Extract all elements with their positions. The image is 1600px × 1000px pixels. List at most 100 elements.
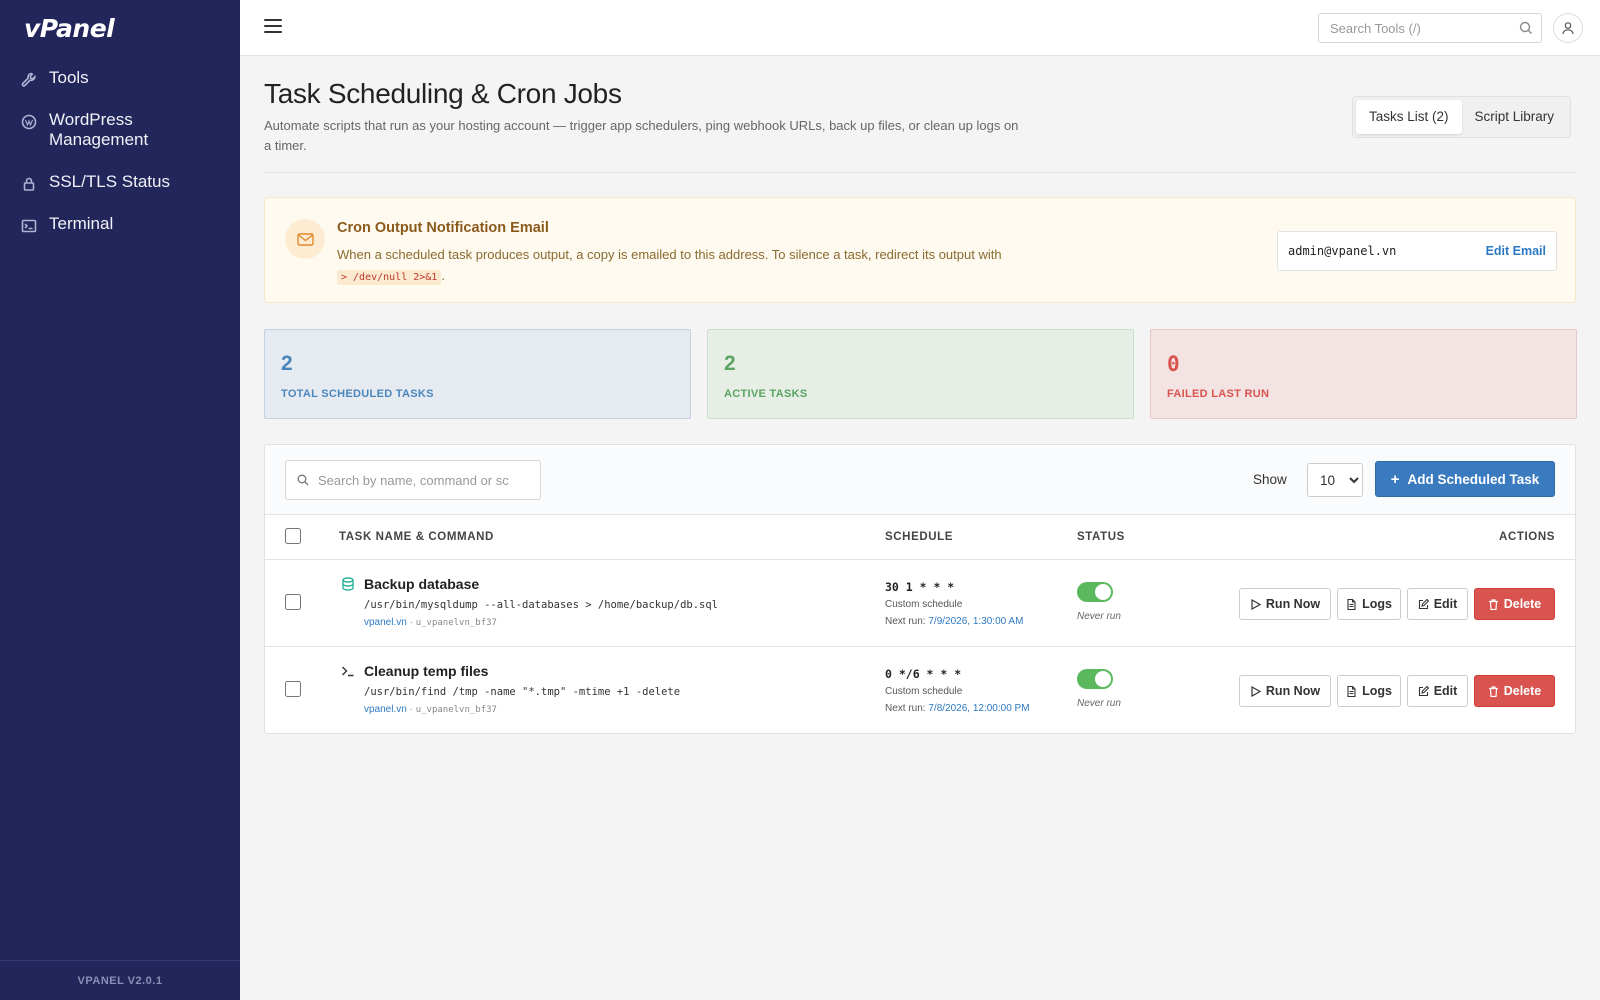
- search-tools-input[interactable]: [1319, 14, 1504, 42]
- task-search-input[interactable]: [318, 461, 528, 499]
- add-button-label: Add Scheduled Task: [1407, 471, 1540, 487]
- notice-body: When a scheduled task produces output, a…: [337, 247, 1002, 262]
- stat-active-tasks: 2 ACTIVE TASKS: [707, 329, 1134, 419]
- tab-tasks-list[interactable]: Tasks List (2): [1356, 100, 1462, 134]
- add-scheduled-task-button[interactable]: + Add Scheduled Task: [1375, 461, 1555, 497]
- search-icon: [297, 474, 309, 486]
- play-icon: [1251, 598, 1261, 610]
- sidebar-item-wordpress[interactable]: WordPress Management: [0, 104, 240, 156]
- stat-value: 2: [724, 352, 736, 375]
- stat-total-tasks: 2 TOTAL SCHEDULED TASKS: [264, 329, 691, 419]
- table-row: Cleanup temp files /usr/bin/find /tmp -n…: [265, 648, 1575, 734]
- trash-icon: [1488, 685, 1498, 697]
- table-toolbar: Show 10 + Add Scheduled Task: [265, 445, 1575, 515]
- task-command: /usr/bin/mysqldump --all-databases > /ho…: [364, 599, 719, 611]
- page-size-select[interactable]: 10: [1307, 463, 1363, 497]
- toggle-knob: [1095, 671, 1111, 687]
- menu-toggle-icon[interactable]: [264, 19, 282, 33]
- next-run-time: 7/9/2026, 1:30:00 AM: [928, 616, 1024, 627]
- column-header-schedule: SCHEDULE: [885, 531, 954, 543]
- sidebar-item-label: WordPress Management: [49, 110, 149, 149]
- cron-expression: 30 1 * * *: [885, 580, 955, 594]
- search-icon[interactable]: [1519, 21, 1533, 35]
- topbar: [240, 0, 1600, 56]
- edit-button[interactable]: Edit: [1407, 675, 1468, 707]
- notice-title: Cron Output Notification Email: [337, 220, 549, 236]
- last-run-status: Never run: [1077, 698, 1121, 709]
- play-icon: [1251, 685, 1261, 697]
- row-checkbox[interactable]: [285, 594, 301, 610]
- user-menu-button[interactable]: [1553, 13, 1583, 43]
- column-header-actions: ACTIONS: [1499, 531, 1555, 543]
- table-header: TASK NAME & COMMAND SCHEDULE STATUS ACTI…: [265, 515, 1575, 560]
- run-now-button[interactable]: Run Now: [1239, 588, 1331, 620]
- next-run-label: Next run:: [885, 616, 926, 627]
- lock-icon: [20, 175, 37, 192]
- stat-label: ACTIVE TASKS: [724, 388, 808, 400]
- sidebar-nav: Tools WordPress Management SSL/TLS Statu…: [0, 62, 240, 250]
- delete-button[interactable]: Delete: [1474, 588, 1555, 620]
- run-now-label: Run Now: [1265, 597, 1321, 611]
- logs-button[interactable]: Logs: [1337, 675, 1401, 707]
- task-command: /usr/bin/find /tmp -name "*.tmp" -mtime …: [364, 686, 681, 698]
- task-domain[interactable]: vpanel.vn: [364, 704, 407, 715]
- stat-label: FAILED LAST RUN: [1167, 388, 1270, 400]
- page-description: Automate scripts that run as your hostin…: [264, 118, 1019, 153]
- next-run: Next run: 7/8/2026, 12:00:00 PM: [885, 703, 1030, 714]
- task-name[interactable]: Backup database: [364, 576, 479, 592]
- wrench-icon: [20, 71, 37, 88]
- cron-expression: 0 */6 * * *: [885, 667, 962, 681]
- run-now-button[interactable]: Run Now: [1239, 675, 1331, 707]
- edit-button[interactable]: Edit: [1407, 588, 1468, 620]
- notification-email-panel: Cron Output Notification Email When a sc…: [264, 197, 1576, 303]
- mail-icon: [285, 219, 325, 259]
- edit-icon: [1418, 598, 1429, 609]
- app-logo[interactable]: vPanel: [24, 14, 115, 43]
- task-enabled-toggle[interactable]: [1077, 669, 1113, 689]
- task-user: u_vpanelvn_bf37: [415, 705, 497, 715]
- stat-failed-last-run: 0 FAILED LAST RUN: [1150, 329, 1577, 419]
- next-run-label: Next run:: [885, 703, 926, 714]
- task-name[interactable]: Cleanup temp files: [364, 663, 488, 679]
- plus-icon: +: [1390, 470, 1400, 488]
- sidebar-item-tools[interactable]: Tools: [0, 62, 240, 94]
- trash-icon: [1488, 598, 1498, 610]
- next-run: Next run: 7/9/2026, 1:30:00 AM: [885, 616, 1023, 627]
- notice-text: When a scheduled task produces output, a…: [337, 244, 1017, 286]
- sidebar: vPanel Tools WordPress Management SSL/TL…: [0, 0, 240, 1000]
- terminal-icon: [20, 217, 37, 234]
- file-icon: [1347, 598, 1356, 610]
- task-user: u_vpanelvn_bf37: [415, 618, 497, 628]
- version-label: VPANEL V2.0.1: [0, 960, 240, 1000]
- database-icon: [342, 577, 354, 591]
- task-domain[interactable]: vpanel.vn: [364, 617, 407, 628]
- delete-label: Delete: [1503, 684, 1542, 698]
- sidebar-item-label: SSL/TLS Status: [49, 172, 170, 191]
- run-now-label: Run Now: [1265, 684, 1321, 698]
- edit-email-link[interactable]: Edit Email: [1486, 244, 1546, 258]
- delete-button[interactable]: Delete: [1474, 675, 1555, 707]
- task-meta: vpanel.vn · u_vpanelvn_bf37: [364, 704, 497, 715]
- view-tabs: Tasks List (2) Script Library: [1352, 96, 1572, 138]
- sidebar-item-terminal[interactable]: Terminal: [0, 208, 240, 240]
- file-icon: [1347, 685, 1356, 697]
- row-checkbox[interactable]: [285, 681, 301, 697]
- logs-label: Logs: [1362, 597, 1392, 611]
- task-enabled-toggle[interactable]: [1077, 582, 1113, 602]
- sidebar-item-ssl[interactable]: SSL/TLS Status: [0, 166, 240, 198]
- sidebar-item-label: Tools: [49, 68, 89, 87]
- select-all-checkbox[interactable]: [285, 528, 301, 544]
- tasks-table-card: Show 10 + Add Scheduled Task TASK NAME &…: [264, 444, 1576, 734]
- logs-button[interactable]: Logs: [1337, 588, 1401, 620]
- sidebar-item-label: Terminal: [49, 214, 114, 233]
- notification-email-field: admin@vpanel.vn Edit Email: [1277, 231, 1557, 271]
- edit-label: Edit: [1433, 684, 1458, 698]
- column-header-task: TASK NAME & COMMAND: [339, 531, 494, 543]
- notification-email-value: admin@vpanel.vn: [1288, 244, 1397, 258]
- next-run-time: 7/8/2026, 12:00:00 PM: [928, 703, 1030, 714]
- schedule-type: Custom schedule: [885, 599, 963, 610]
- tab-script-library[interactable]: Script Library: [1462, 100, 1568, 134]
- delete-label: Delete: [1503, 597, 1542, 611]
- column-header-status: STATUS: [1077, 531, 1125, 543]
- notice-suffix: .: [441, 268, 445, 283]
